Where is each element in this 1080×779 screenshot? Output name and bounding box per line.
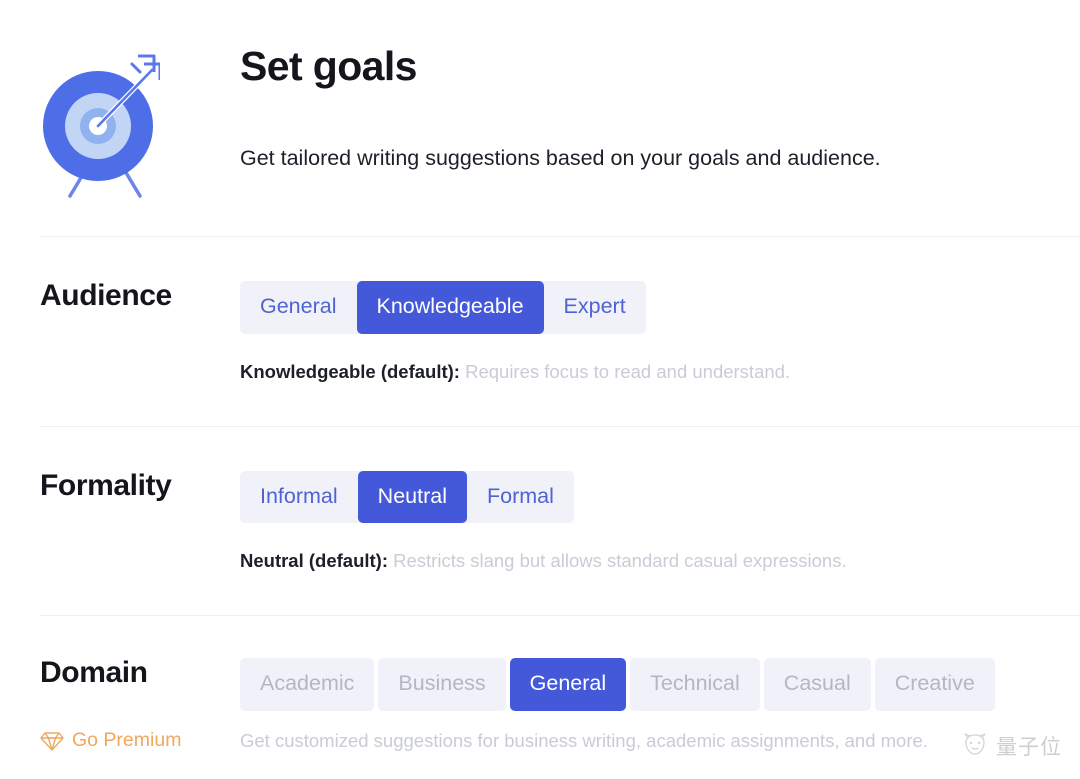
setting-row-formality: Formality Informal Neutral Formal Neutra… <box>0 427 1080 574</box>
formality-option-informal[interactable]: Informal <box>240 471 358 524</box>
set-goals-panel: Set goals Get tailored writing suggestio… <box>0 0 1080 779</box>
diamond-icon <box>40 730 64 752</box>
audience-hint-strong: Knowledgeable (default): <box>240 360 460 382</box>
audience-option-expert[interactable]: Expert <box>544 281 646 334</box>
header-text-block: Set goals Get tailored writing suggestio… <box>240 30 881 173</box>
setting-body-audience: General Knowledgeable Expert Knowledgeab… <box>240 281 1080 384</box>
page-title: Set goals <box>240 43 417 89</box>
domain-option-casual[interactable]: Casual <box>763 658 871 711</box>
formality-hint-strong: Neutral (default): <box>240 550 388 572</box>
formality-segmented-control[interactable]: Informal Neutral Formal <box>240 470 574 524</box>
domain-option-creative[interactable]: Creative <box>874 658 995 711</box>
setting-body-domain: Academic Business General Technical Casu… <box>240 658 1080 711</box>
domain-option-business[interactable]: Business <box>378 658 506 711</box>
premium-description: Get customized suggestions for business … <box>240 729 928 751</box>
audience-hint-text: Requires focus to read and understand. <box>459 360 791 382</box>
audience-option-knowledgeable[interactable]: Knowledgeable <box>356 281 544 334</box>
formality-hint: Neutral (default): Restricts slang but a… <box>240 549 1080 573</box>
setting-body-formality: Informal Neutral Formal Neutral (default… <box>240 470 1080 574</box>
setting-label-formality: Formality <box>40 468 172 502</box>
domain-option-technical[interactable]: Technical <box>630 658 760 711</box>
setting-row-domain: Domain Academic Business General Technic… <box>0 616 1080 711</box>
setting-label-domain: Domain <box>40 656 148 690</box>
formality-option-formal[interactable]: Formal <box>467 471 574 524</box>
setting-row-audience: Audience General Knowledgeable Expert Kn… <box>0 237 1080 384</box>
audience-segmented-control[interactable]: General Knowledgeable Expert <box>240 281 646 334</box>
audience-hint: Knowledgeable (default): Requires focus … <box>240 360 1080 384</box>
domain-option-general[interactable]: General <box>509 658 627 711</box>
setting-label-audience: Audience <box>40 279 172 312</box>
premium-row: Go Premium Get customized suggestions fo… <box>0 729 1080 753</box>
formality-option-neutral[interactable]: Neutral <box>357 470 467 524</box>
go-premium-button[interactable]: Go Premium <box>40 729 240 752</box>
audience-option-general[interactable]: General <box>240 281 357 334</box>
domain-option-academic[interactable]: Academic <box>240 658 375 711</box>
target-arrow-icon <box>40 38 162 198</box>
formality-hint-text: Restricts slang but allows standard casu… <box>388 550 847 572</box>
panel-header: Set goals Get tailored writing suggestio… <box>0 0 1080 198</box>
page-subtitle: Get tailored writing suggestions based o… <box>240 146 881 171</box>
domain-pill-group[interactable]: Academic Business General Technical Casu… <box>240 658 995 711</box>
go-premium-label: Go Premium <box>72 729 182 752</box>
